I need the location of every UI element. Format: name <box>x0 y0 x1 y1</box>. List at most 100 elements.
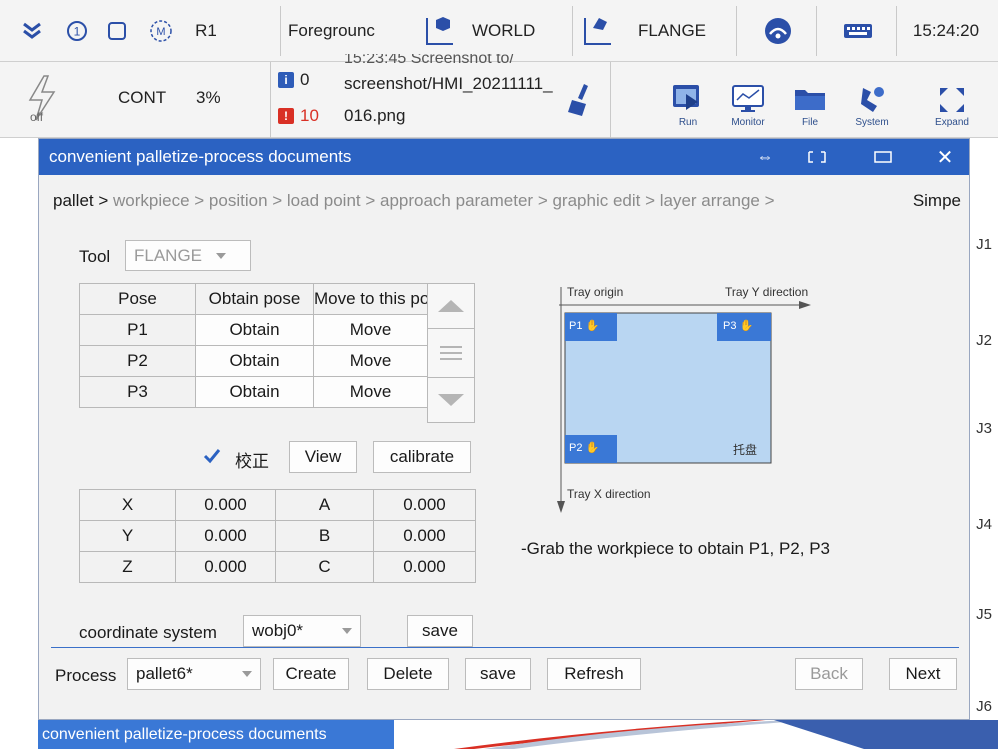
close-icon[interactable]: ✕ <box>925 139 965 175</box>
split-window-icon[interactable] <box>797 139 837 175</box>
pose-p2: P2 <box>79 345 196 377</box>
breadcrumb: pallet > workpiece > position > load poi… <box>53 191 775 211</box>
breadcrumb-current[interactable]: pallet > <box>53 191 108 210</box>
tool-frame-label[interactable]: FLANGE <box>638 0 728 62</box>
swap-arrows-icon[interactable]: ⇔ <box>745 139 785 175</box>
system-tool-button[interactable]: System <box>842 64 902 134</box>
system-icon <box>861 87 884 112</box>
collapse-chevron-icon[interactable] <box>14 0 50 62</box>
joint-label-j4: J4 <box>976 516 992 533</box>
maximize-icon[interactable] <box>863 139 903 175</box>
triangle-up-icon <box>438 300 464 312</box>
joint-label-j5: J5 <box>976 606 992 623</box>
create-button[interactable]: Create <box>273 658 349 690</box>
file-tool-button[interactable]: File <box>780 64 840 134</box>
message-line1: 15:23:45 Screenshot to/ <box>344 54 514 67</box>
step-one-icon[interactable]: 1 <box>60 0 94 62</box>
p1-marker-label: P1 <box>569 320 583 332</box>
palletize-dialog: convenient palletize-process documents ⇔… <box>38 138 970 720</box>
run-tool-button[interactable]: Run <box>658 64 718 134</box>
delete-button[interactable]: Delete <box>367 658 449 690</box>
refresh-button[interactable]: Refresh <box>547 658 641 690</box>
tray-origin-label: Tray origin <box>567 285 624 299</box>
svg-text:1: 1 <box>74 25 81 39</box>
hand-icon: ✋ <box>585 320 600 332</box>
obtain-p1-button[interactable]: Obtain <box>195 314 314 346</box>
top-status-bar: 1 M R1 Foregrounc WORLD FLANGE 15:24:20 <box>0 0 998 62</box>
coord-system-label: coordinate system <box>79 623 217 642</box>
move-p2-button[interactable]: Move <box>313 345 428 377</box>
clock-time: 15:24:20 <box>912 21 980 40</box>
scroll-down-button[interactable] <box>427 377 475 423</box>
error-count: 10 <box>300 106 319 125</box>
monitor-label: Monitor <box>731 117 765 128</box>
breadcrumb-steps[interactable]: workpiece > position > load point > appr… <box>108 191 775 210</box>
tool-select-value: FLANGE <box>134 245 203 265</box>
message-line3: 016.png <box>344 106 406 125</box>
obtain-header: Obtain pose <box>195 283 314 315</box>
process-select[interactable]: pallet6* <box>127 658 261 690</box>
process-select-value: pallet6* <box>136 664 193 683</box>
speed-value[interactable]: 3% <box>196 88 221 108</box>
save-button[interactable]: save <box>465 658 531 690</box>
hint-text: -Grab the workpiece to obtain P1, P2, P3 <box>521 539 831 558</box>
pose-p1: P1 <box>79 314 196 346</box>
save-coord-button[interactable]: save <box>407 615 473 647</box>
tool-label: Tool <box>79 247 111 266</box>
run-icon <box>673 85 699 110</box>
joint-label-j6: J6 <box>976 698 992 715</box>
clear-broom-icon[interactable] <box>566 82 596 118</box>
obtain-p3-button[interactable]: Obtain <box>195 376 314 408</box>
scroll-up-button[interactable] <box>427 283 475 329</box>
expand-tool-button[interactable]: Expand <box>912 64 992 134</box>
info-icon: i 0 <box>278 70 309 90</box>
coord-system-select[interactable]: wobj0* <box>243 615 361 647</box>
back-button[interactable]: Back <box>795 658 863 690</box>
expand-label: Expand <box>935 117 969 128</box>
decorative-swoosh <box>454 720 998 749</box>
keyboard-icon[interactable] <box>830 0 886 62</box>
p3-marker-label: P3 <box>723 320 737 332</box>
robot-label: R1 <box>195 21 217 40</box>
scroll-handle[interactable] <box>427 328 475 378</box>
tray-label: 托盘 <box>733 443 758 457</box>
manual-mode-icon[interactable]: M <box>144 0 178 62</box>
triangle-down-icon <box>438 394 464 406</box>
move-header: Move to this pos <box>313 283 428 315</box>
run-mode-label[interactable]: Foregrounc <box>288 0 394 62</box>
joint-label-j1: J1 <box>976 236 992 253</box>
monitor-tool-button[interactable]: Monitor <box>718 64 778 134</box>
tool-select[interactable]: FLANGE <box>125 240 251 271</box>
hand-icon: ✋ <box>585 442 600 454</box>
move-p3-button[interactable]: Move <box>313 376 428 408</box>
tray-x-direction-label: Tray X direction <box>567 487 651 501</box>
joint-label-j3: J3 <box>976 420 992 437</box>
value-b: 0.000 <box>373 520 476 552</box>
coord-frame-label[interactable]: WORLD <box>472 0 562 62</box>
calibrate-button[interactable]: calibrate <box>373 441 471 473</box>
check-icon <box>203 449 221 464</box>
move-p1-button[interactable]: Move <box>313 314 428 346</box>
svg-text:M: M <box>156 26 165 38</box>
obtain-p2-button[interactable]: Obtain <box>195 345 314 377</box>
connection-icon[interactable] <box>750 0 806 62</box>
bottom-task-tab[interactable]: convenient palletize-process documents <box>38 720 394 749</box>
menu-lines-icon <box>440 346 462 360</box>
pose-table: Pose Obtain pose Move to this pos P1 Obt… <box>79 283 428 408</box>
stop-square-icon[interactable] <box>100 0 134 62</box>
view-button[interactable]: View <box>289 441 357 473</box>
tray-y-direction-label: Tray Y direction <box>725 285 809 299</box>
next-button[interactable]: Next <box>889 658 957 690</box>
run-mode-value[interactable]: CONT <box>118 88 166 108</box>
axis-b: B <box>275 520 374 552</box>
chevron-down-icon <box>216 252 226 259</box>
bottom-taskbar: convenient palletize-process documents <box>38 720 998 749</box>
p1-marker: P1 ✋ <box>569 319 599 332</box>
calibrate-checkbox[interactable] <box>203 447 221 465</box>
world-frame-icon[interactable] <box>420 0 460 62</box>
expand-icon <box>940 88 964 112</box>
tool-frame-icon[interactable] <box>578 0 618 62</box>
breadcrumb-simple[interactable]: Simpe <box>913 191 961 211</box>
axis-y: Y <box>79 520 176 552</box>
axis-z: Z <box>79 551 176 583</box>
